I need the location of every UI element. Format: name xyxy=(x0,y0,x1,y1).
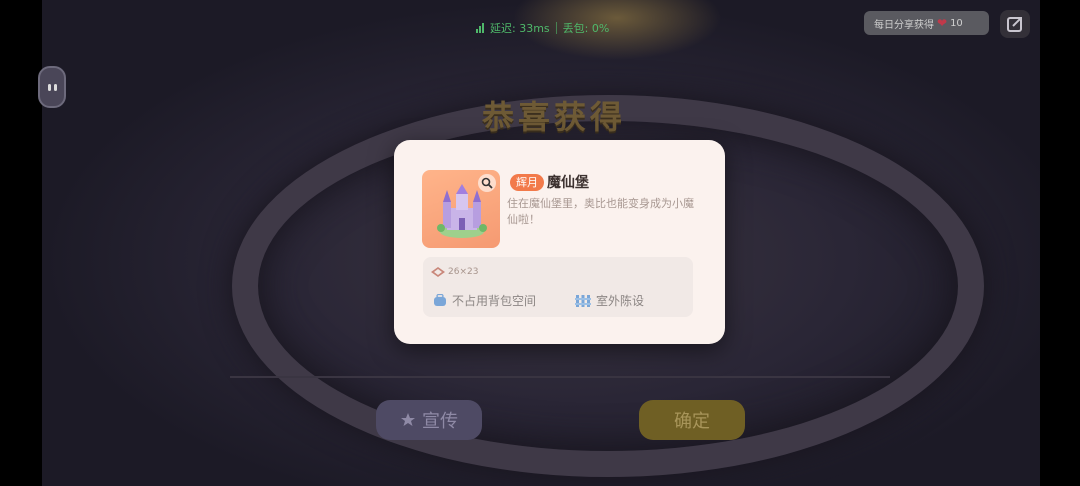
item-info-panel: 26×23 不占用背包空间 室外陈设 xyxy=(423,257,693,317)
confirm-button-label: 确定 xyxy=(674,411,710,432)
latency-label: 延迟: 33ms xyxy=(490,22,550,35)
feature-no-backpack: 不占用背包空间 xyxy=(433,292,536,309)
size-row: 26×23 xyxy=(431,267,478,277)
grid-size-icon xyxy=(431,267,445,277)
share-button[interactable] xyxy=(1000,10,1030,38)
item-name: 魔仙堡 xyxy=(547,175,589,191)
feature-outdoor: 室外陈设 xyxy=(575,292,644,309)
share-icon xyxy=(1007,17,1022,32)
castle-icon xyxy=(437,184,487,238)
magnify-icon[interactable] xyxy=(478,174,496,192)
reward-item-modal: 辉月 魔仙堡 住在魔仙堡里，奥比也能变身成为小魔仙啦！ 26×23 不占用背包空… xyxy=(394,140,725,344)
left-letterbox xyxy=(0,0,42,486)
promo-button-label: 宣传 xyxy=(422,411,458,432)
confirm-button[interactable]: 确定 xyxy=(639,400,745,440)
promo-button[interactable]: 宣传 xyxy=(376,400,482,440)
stage-divider xyxy=(230,376,890,378)
congrats-title: 恭喜获得 xyxy=(482,98,627,136)
network-stats: 延迟: 33ms 丢包: 0% xyxy=(476,20,609,36)
stats-separator xyxy=(555,22,557,34)
right-letterbox xyxy=(1040,0,1080,486)
daily-share-reward[interactable]: 每日分享获得 ❤ 10 xyxy=(864,11,989,35)
feature-label: 室外陈设 xyxy=(596,294,645,308)
packet-loss-label: 丢包: 0% xyxy=(562,22,610,35)
rarity-tag: 辉月 xyxy=(510,174,544,191)
star-icon xyxy=(401,413,415,426)
signal-icon xyxy=(476,23,484,33)
side-menu-handle[interactable] xyxy=(38,66,66,108)
item-description: 住在魔仙堡里，奥比也能变身成为小魔仙啦！ xyxy=(507,197,694,226)
heart-icon: ❤ xyxy=(937,16,948,30)
feature-label: 不占用背包空间 xyxy=(452,294,537,308)
outdoor-fence-icon xyxy=(575,295,591,307)
backpack-icon xyxy=(434,294,446,306)
item-size: 26×23 xyxy=(448,267,479,277)
item-thumbnail[interactable] xyxy=(422,170,500,248)
daily-share-count: 10 xyxy=(950,17,963,29)
daily-share-text: 每日分享获得 xyxy=(874,19,934,31)
